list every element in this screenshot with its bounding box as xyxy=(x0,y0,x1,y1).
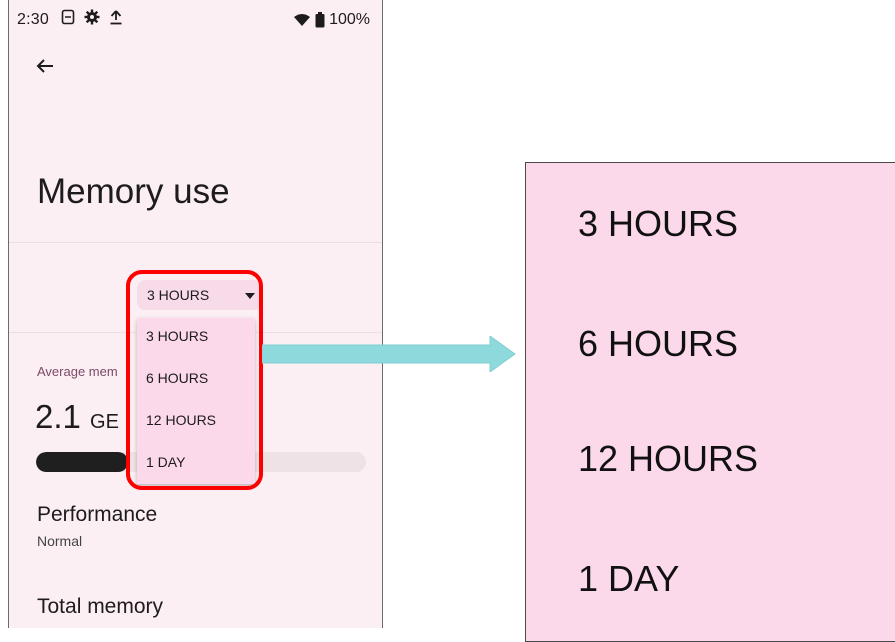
average-memory-label: Average mem xyxy=(37,364,118,379)
page-title: Memory use xyxy=(37,172,230,211)
zoom-item-3-hours: 3 HOURS xyxy=(578,203,739,244)
zoom-item-6-hours: 6 HOURS xyxy=(578,323,739,364)
phone-screen: 2:30 100% Memory use Average mem 2.1 GE … xyxy=(8,0,383,628)
status-icons-left xyxy=(61,9,123,25)
status-icons-right: 100% xyxy=(293,11,370,29)
average-memory-number: 2.1 xyxy=(35,398,81,435)
battery-icon xyxy=(315,12,325,28)
average-memory-unit: GE xyxy=(90,411,119,433)
memory-usage-fill xyxy=(36,452,129,472)
divider-top xyxy=(9,242,382,243)
back-button[interactable] xyxy=(31,52,59,80)
status-bar: 2:30 100% xyxy=(9,0,382,36)
battery-percent: 100% xyxy=(329,11,370,28)
dropdown-highlight-outline xyxy=(126,270,263,490)
arrow-back-icon xyxy=(36,59,53,73)
settings-icon xyxy=(84,9,100,25)
zoom-item-1-day: 1 DAY xyxy=(578,558,680,599)
zoom-item-12-hours: 12 HOURS xyxy=(578,438,759,479)
performance-value: Normal xyxy=(37,533,83,549)
status-time: 2:30 xyxy=(17,11,49,28)
zoom-panel: 3 HOURS 6 HOURS 12 HOURS 1 DAY xyxy=(525,162,895,642)
performance-title: Performance xyxy=(37,503,158,526)
average-memory-value: 2.1 GE xyxy=(35,398,119,436)
total-memory-title: Total memory xyxy=(37,595,164,618)
wifi-icon xyxy=(293,13,311,27)
callout-arrow xyxy=(262,336,516,372)
upload-icon xyxy=(109,9,123,25)
sim-icon xyxy=(61,9,75,25)
